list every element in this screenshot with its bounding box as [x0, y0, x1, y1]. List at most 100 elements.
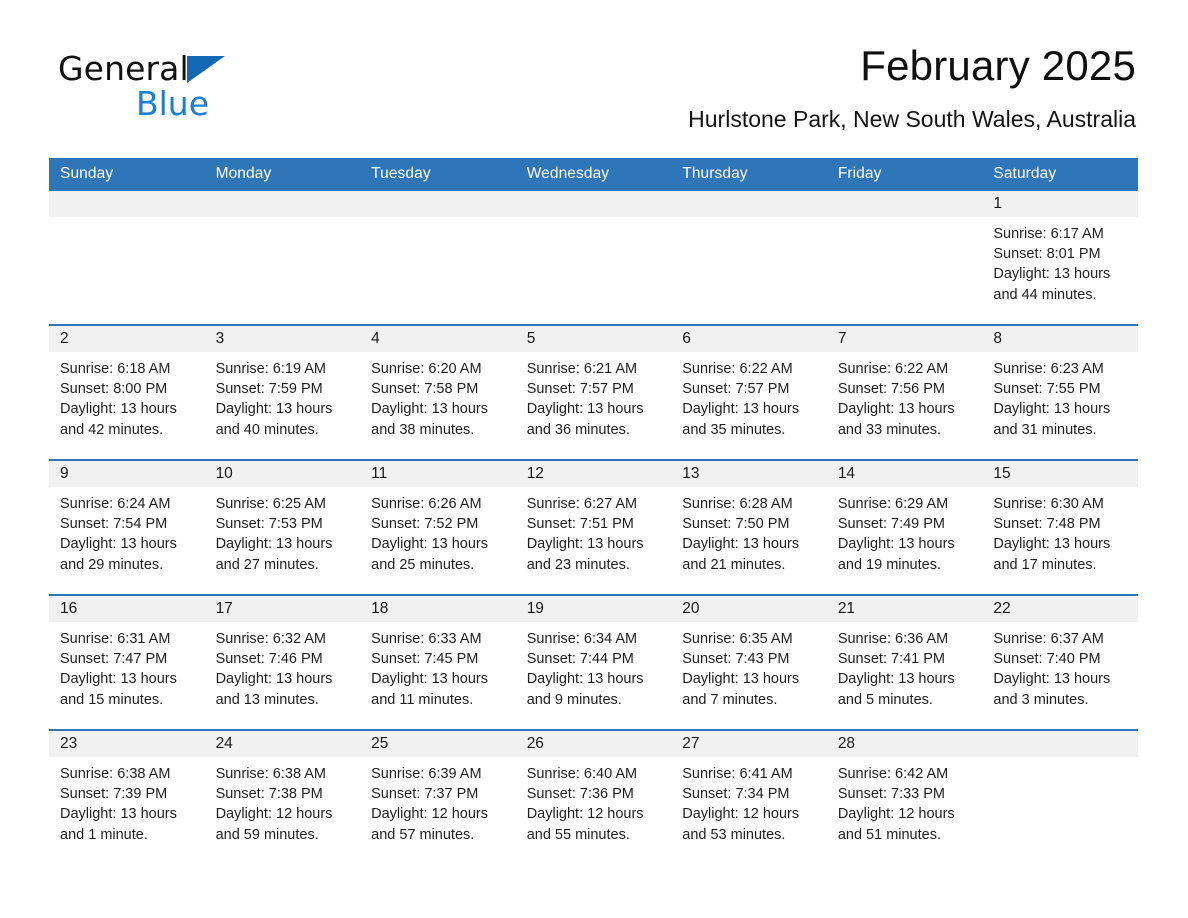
day-detail-line: Sunrise: 6:26 AM [371, 496, 482, 512]
day-detail-line: Sunset: 7:33 PM [837, 786, 946, 803]
day-cell-inner: 3 Sunrise: 6:19 AM Sunset: 7:59 PM Daylight… [204, 326, 361, 459]
day-detail-line: Daylight: 13 hours [993, 266, 1111, 283]
day-detail-line: and 11 minutes. [371, 691, 474, 708]
day-number: 12 [515, 461, 672, 487]
day-detail-line: Sunset: 7:40 PM [993, 651, 1101, 668]
day-detail-line: Daylight: 12 hours [215, 806, 333, 823]
calendar-day-cell-11[interactable]: 11 Sunrise: 6:26 AM Sunset: 7:52 PM Dayligh… [360, 459, 516, 595]
day-detail-line: Sunrise: 6:34 AM [526, 631, 638, 647]
day-cell-inner: 14 Sunrise: 6:29 AM Sunset: 7:49 PM Dayligh… [826, 461, 983, 594]
day-number: 3 [204, 326, 361, 352]
calendar-day-cell-18[interactable]: 18 Sunrise: 6:33 AM Sunset: 7:45 PM Dayligh… [360, 594, 516, 730]
calendar-day-cell-14[interactable]: 14 Sunrise: 6:29 AM Sunset: 7:49 PM Dayligh… [826, 459, 983, 595]
day-detail-line: and 33 minutes. [837, 421, 941, 438]
calendar-day-cell-13[interactable]: 13 Sunrise: 6:28 AM Sunset: 7:50 PM Dayligh… [671, 459, 827, 595]
day-detail-line: Sunrise: 6:37 AM [993, 631, 1104, 647]
day-detail-line: Sunrise: 6:30 AM [993, 496, 1104, 512]
calendar-day-cell-28[interactable]: 28 Sunrise: 6:42 AM Sunset: 7:33 PM Dayligh… [826, 729, 983, 864]
day-details: Sunrise: 6:19 AM Sunset: 7:59 PM Daylight:… [205, 352, 361, 440]
day-number: 9 [49, 461, 205, 487]
day-detail-line: Sunrise: 6:24 AM [60, 496, 171, 512]
day-number [982, 731, 1138, 757]
calendar-day-cell-12[interactable]: 12 Sunrise: 6:27 AM Sunset: 7:51 PM Dayligh… [515, 459, 672, 595]
weekday-header-row: Sunday Monday Tuesday Wednesday Thursday Frid… [49, 158, 1138, 191]
day-number: 6 [671, 326, 827, 352]
day-detail-line: Sunrise: 6:32 AM [215, 631, 326, 647]
day-detail-line: Sunset: 7:56 PM [837, 381, 946, 398]
day-detail-line: and 25 minutes. [371, 556, 475, 573]
day-cell-inner: 19 Sunrise: 6:34 AM Sunset: 7:44 PM Dayligh… [515, 596, 672, 729]
weekday-header-sunday: Sunday [49, 158, 205, 191]
calendar-empty-cell [982, 729, 1138, 864]
day-detail-line: and 59 minutes. [215, 826, 319, 843]
calendar-empty-cell [515, 191, 672, 325]
day-cell-inner [515, 191, 672, 324]
day-cell-inner: 8 Sunrise: 6:23 AM Sunset: 7:55 PM Daylight… [982, 326, 1138, 459]
day-detail-line: and 15 minutes. [60, 691, 164, 708]
day-detail-line: Daylight: 13 hours [371, 536, 488, 553]
calendar-body: 1 Sunrise: 6:17 AM Sunset: 8:01 PM Daylight… [49, 191, 1138, 864]
day-number [671, 191, 827, 217]
day-detail-line: Sunset: 7:58 PM [371, 381, 479, 398]
day-cell-inner: 22 Sunrise: 6:37 AM Sunset: 7:40 PM Dayligh… [982, 596, 1138, 729]
calendar-day-cell-22[interactable]: 22 Sunrise: 6:37 AM Sunset: 7:40 PM Dayligh… [982, 594, 1138, 730]
calendar-day-cell-5[interactable]: 5 Sunrise: 6:21 AM Sunset: 7:57 PM Daylight… [515, 324, 672, 460]
day-detail-line: Sunset: 7:54 PM [60, 516, 168, 533]
day-detail-line: Sunset: 8:01 PM [993, 246, 1101, 263]
calendar-day-cell-24[interactable]: 24 Sunrise: 6:38 AM Sunset: 7:38 PM Dayligh… [204, 729, 361, 864]
day-details: Sunrise: 6:21 AM Sunset: 7:57 PM Daylight:… [516, 352, 672, 440]
calendar-day-cell-1[interactable]: 1 Sunrise: 6:17 AM Sunset: 8:01 PM Daylight… [982, 191, 1138, 325]
day-detail-line: and 1 minute. [60, 826, 148, 843]
calendar-day-cell-19[interactable]: 19 Sunrise: 6:34 AM Sunset: 7:44 PM Dayligh… [515, 594, 672, 730]
day-detail-line: Sunset: 8:00 PM [60, 381, 168, 398]
day-details: Sunrise: 6:17 AM Sunset: 8:01 PM Daylight:… [982, 217, 1138, 305]
calendar-day-cell-6[interactable]: 6 Sunrise: 6:22 AM Sunset: 7:57 PM Daylight… [671, 324, 827, 460]
calendar-day-cell-26[interactable]: 26 Sunrise: 6:40 AM Sunset: 7:36 PM Dayligh… [515, 729, 672, 864]
day-detail-line: Sunset: 7:57 PM [526, 381, 634, 398]
day-detail-line: Daylight: 13 hours [526, 671, 644, 688]
day-detail-line: Sunset: 7:46 PM [215, 651, 323, 668]
day-number [360, 191, 516, 217]
day-detail-line: and 5 minutes. [837, 691, 933, 708]
day-detail-line: Sunset: 7:34 PM [682, 786, 790, 803]
day-cell-inner: 13 Sunrise: 6:28 AM Sunset: 7:50 PM Dayligh… [671, 461, 827, 594]
calendar-day-cell-9[interactable]: 9 Sunrise: 6:24 AM Sunset: 7:54 PM Daylight… [49, 459, 205, 595]
day-cell-inner: 28 Sunrise: 6:42 AM Sunset: 7:33 PM Dayligh… [826, 731, 983, 864]
day-number: 25 [360, 731, 516, 757]
calendar-day-cell-8[interactable]: 8 Sunrise: 6:23 AM Sunset: 7:55 PM Daylight… [982, 324, 1138, 460]
day-details: Sunrise: 6:33 AM Sunset: 7:45 PM Daylight:… [360, 622, 516, 710]
calendar-day-cell-17[interactable]: 17 Sunrise: 6:32 AM Sunset: 7:46 PM Dayligh… [204, 594, 361, 730]
page-header: General Blue February 2025 Hurlstone Par… [0, 0, 1188, 133]
calendar-day-cell-16[interactable]: 16 Sunrise: 6:31 AM Sunset: 7:47 PM Dayligh… [49, 594, 205, 730]
calendar-day-cell-21[interactable]: 21 Sunrise: 6:36 AM Sunset: 7:41 PM Dayligh… [826, 594, 983, 730]
calendar-day-cell-4[interactable]: 4 Sunrise: 6:20 AM Sunset: 7:58 PM Daylight… [360, 324, 516, 460]
day-number [204, 191, 361, 217]
day-cell-inner: 17 Sunrise: 6:32 AM Sunset: 7:46 PM Dayligh… [204, 596, 361, 729]
calendar-table: Sunday Monday Tuesday Wednesday Thursday Frid… [49, 158, 1138, 864]
calendar-week-row: 9 Sunrise: 6:24 AM Sunset: 7:54 PM Daylight… [49, 459, 1138, 595]
day-detail-line: and 3 minutes. [993, 691, 1089, 708]
calendar-day-cell-15[interactable]: 15 Sunrise: 6:30 AM Sunset: 7:48 PM Dayligh… [982, 459, 1138, 595]
day-cell-inner: 16 Sunrise: 6:31 AM Sunset: 7:47 PM Dayligh… [49, 596, 205, 729]
generalblue-logo[interactable]: General Blue [58, 44, 225, 122]
calendar-day-cell-25[interactable]: 25 Sunrise: 6:39 AM Sunset: 7:37 PM Dayligh… [360, 729, 516, 864]
weekday-header-thursday: Thursday [671, 158, 827, 191]
calendar-day-cell-23[interactable]: 23 Sunrise: 6:38 AM Sunset: 7:39 PM Dayligh… [49, 729, 205, 864]
calendar-day-cell-20[interactable]: 20 Sunrise: 6:35 AM Sunset: 7:43 PM Dayligh… [671, 594, 827, 730]
day-details: Sunrise: 6:24 AM Sunset: 7:54 PM Daylight:… [49, 487, 205, 575]
day-detail-line: Daylight: 13 hours [526, 401, 644, 418]
calendar-day-cell-10[interactable]: 10 Sunrise: 6:25 AM Sunset: 7:53 PM Dayligh… [204, 459, 361, 595]
day-detail-line: and 42 minutes. [60, 421, 164, 438]
calendar-day-cell-27[interactable]: 27 Sunrise: 6:41 AM Sunset: 7:34 PM Dayligh… [671, 729, 827, 864]
day-details: Sunrise: 6:38 AM Sunset: 7:39 PM Daylight:… [49, 757, 205, 845]
day-number [49, 191, 205, 217]
location-subtitle: Hurlstone Park, New South Wales, Austral… [688, 106, 1136, 133]
calendar-day-cell-3[interactable]: 3 Sunrise: 6:19 AM Sunset: 7:59 PM Daylight… [204, 324, 361, 460]
day-details: Sunrise: 6:28 AM Sunset: 7:50 PM Daylight:… [671, 487, 827, 575]
calendar-day-cell-7[interactable]: 7 Sunrise: 6:22 AM Sunset: 7:56 PM Daylight… [826, 324, 983, 460]
calendar-day-cell-2[interactable]: 2 Sunrise: 6:18 AM Sunset: 8:00 PM Daylight… [49, 324, 205, 460]
calendar-empty-cell [360, 191, 516, 325]
day-detail-line: Sunset: 7:59 PM [215, 381, 323, 398]
day-detail-line: Sunrise: 6:20 AM [371, 361, 482, 377]
day-number: 16 [49, 596, 205, 622]
